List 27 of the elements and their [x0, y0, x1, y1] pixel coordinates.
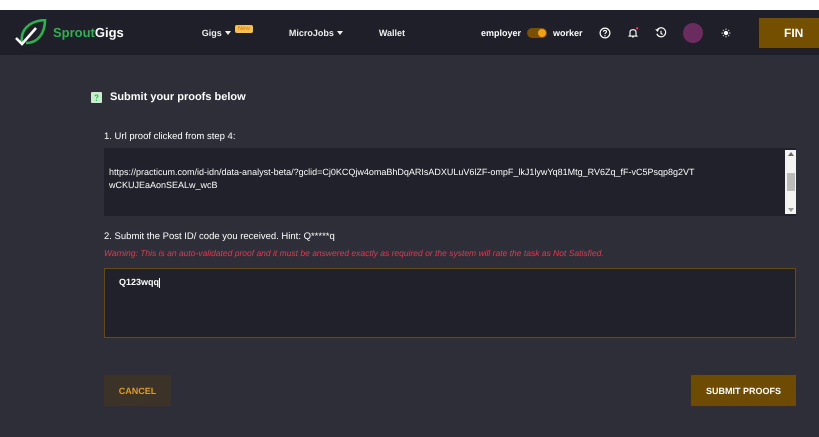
leaf-check-icon	[15, 19, 47, 46]
nav-menu-item[interactable]: Gigs	[202, 28, 222, 38]
warning-text: Warning: This is an auto-validated proof and it must be answered exactly as required or the system will rate the task as Not Satisfied.	[104, 248, 605, 258]
sun-icon[interactable]	[720, 28, 731, 38]
caret-icon[interactable]	[336, 30, 343, 34]
history-icon[interactable]	[654, 26, 667, 38]
code-input-field[interactable]: Q123wqq	[104, 268, 796, 338]
question-label: 1. Url proof clicked from step 4:	[104, 131, 236, 142]
submit-proofs-button[interactable]: SUBMIT PROOFS	[691, 375, 796, 406]
bell-icon[interactable]	[626, 26, 639, 38]
question-label: 2. Submit the Post ID/ code you received. Hint: Q*****q	[104, 231, 336, 242]
help-square-icon	[91, 92, 102, 102]
scroll-up-icon[interactable]	[788, 152, 794, 156]
scroll-down-icon[interactable]	[788, 208, 794, 212]
cta-button[interactable]: FIN	[759, 18, 819, 48]
scrollbar[interactable]	[785, 150, 796, 214]
role-label: worker	[553, 28, 583, 38]
cancel-button[interactable]: CANCEL	[104, 375, 171, 406]
role-label: employer	[481, 28, 522, 38]
url-proof-field[interactable]: https://practicum.com/id-idn/data-analyst-beta/?gclid=Cj0KCQjw4omaBhDqARIsADXULuV6lZF-ompF_lkJ1lywYq81Mtg_RV6Zq_fF-vC5Psqp8g2VTwCKUJEaAonSEALw_wcB	[104, 148, 796, 216]
help-icon[interactable]	[598, 26, 611, 38]
caret-icon[interactable]	[224, 30, 231, 34]
section-heading: Submit your proofs below	[110, 91, 246, 103]
role-toggle[interactable]	[527, 28, 548, 38]
brand-name[interactable]: SproutGigs	[53, 25, 124, 40]
nav-menu-item[interactable]: MicroJobs	[288, 28, 334, 38]
nav-menu-item[interactable]: Wallet	[378, 28, 406, 38]
